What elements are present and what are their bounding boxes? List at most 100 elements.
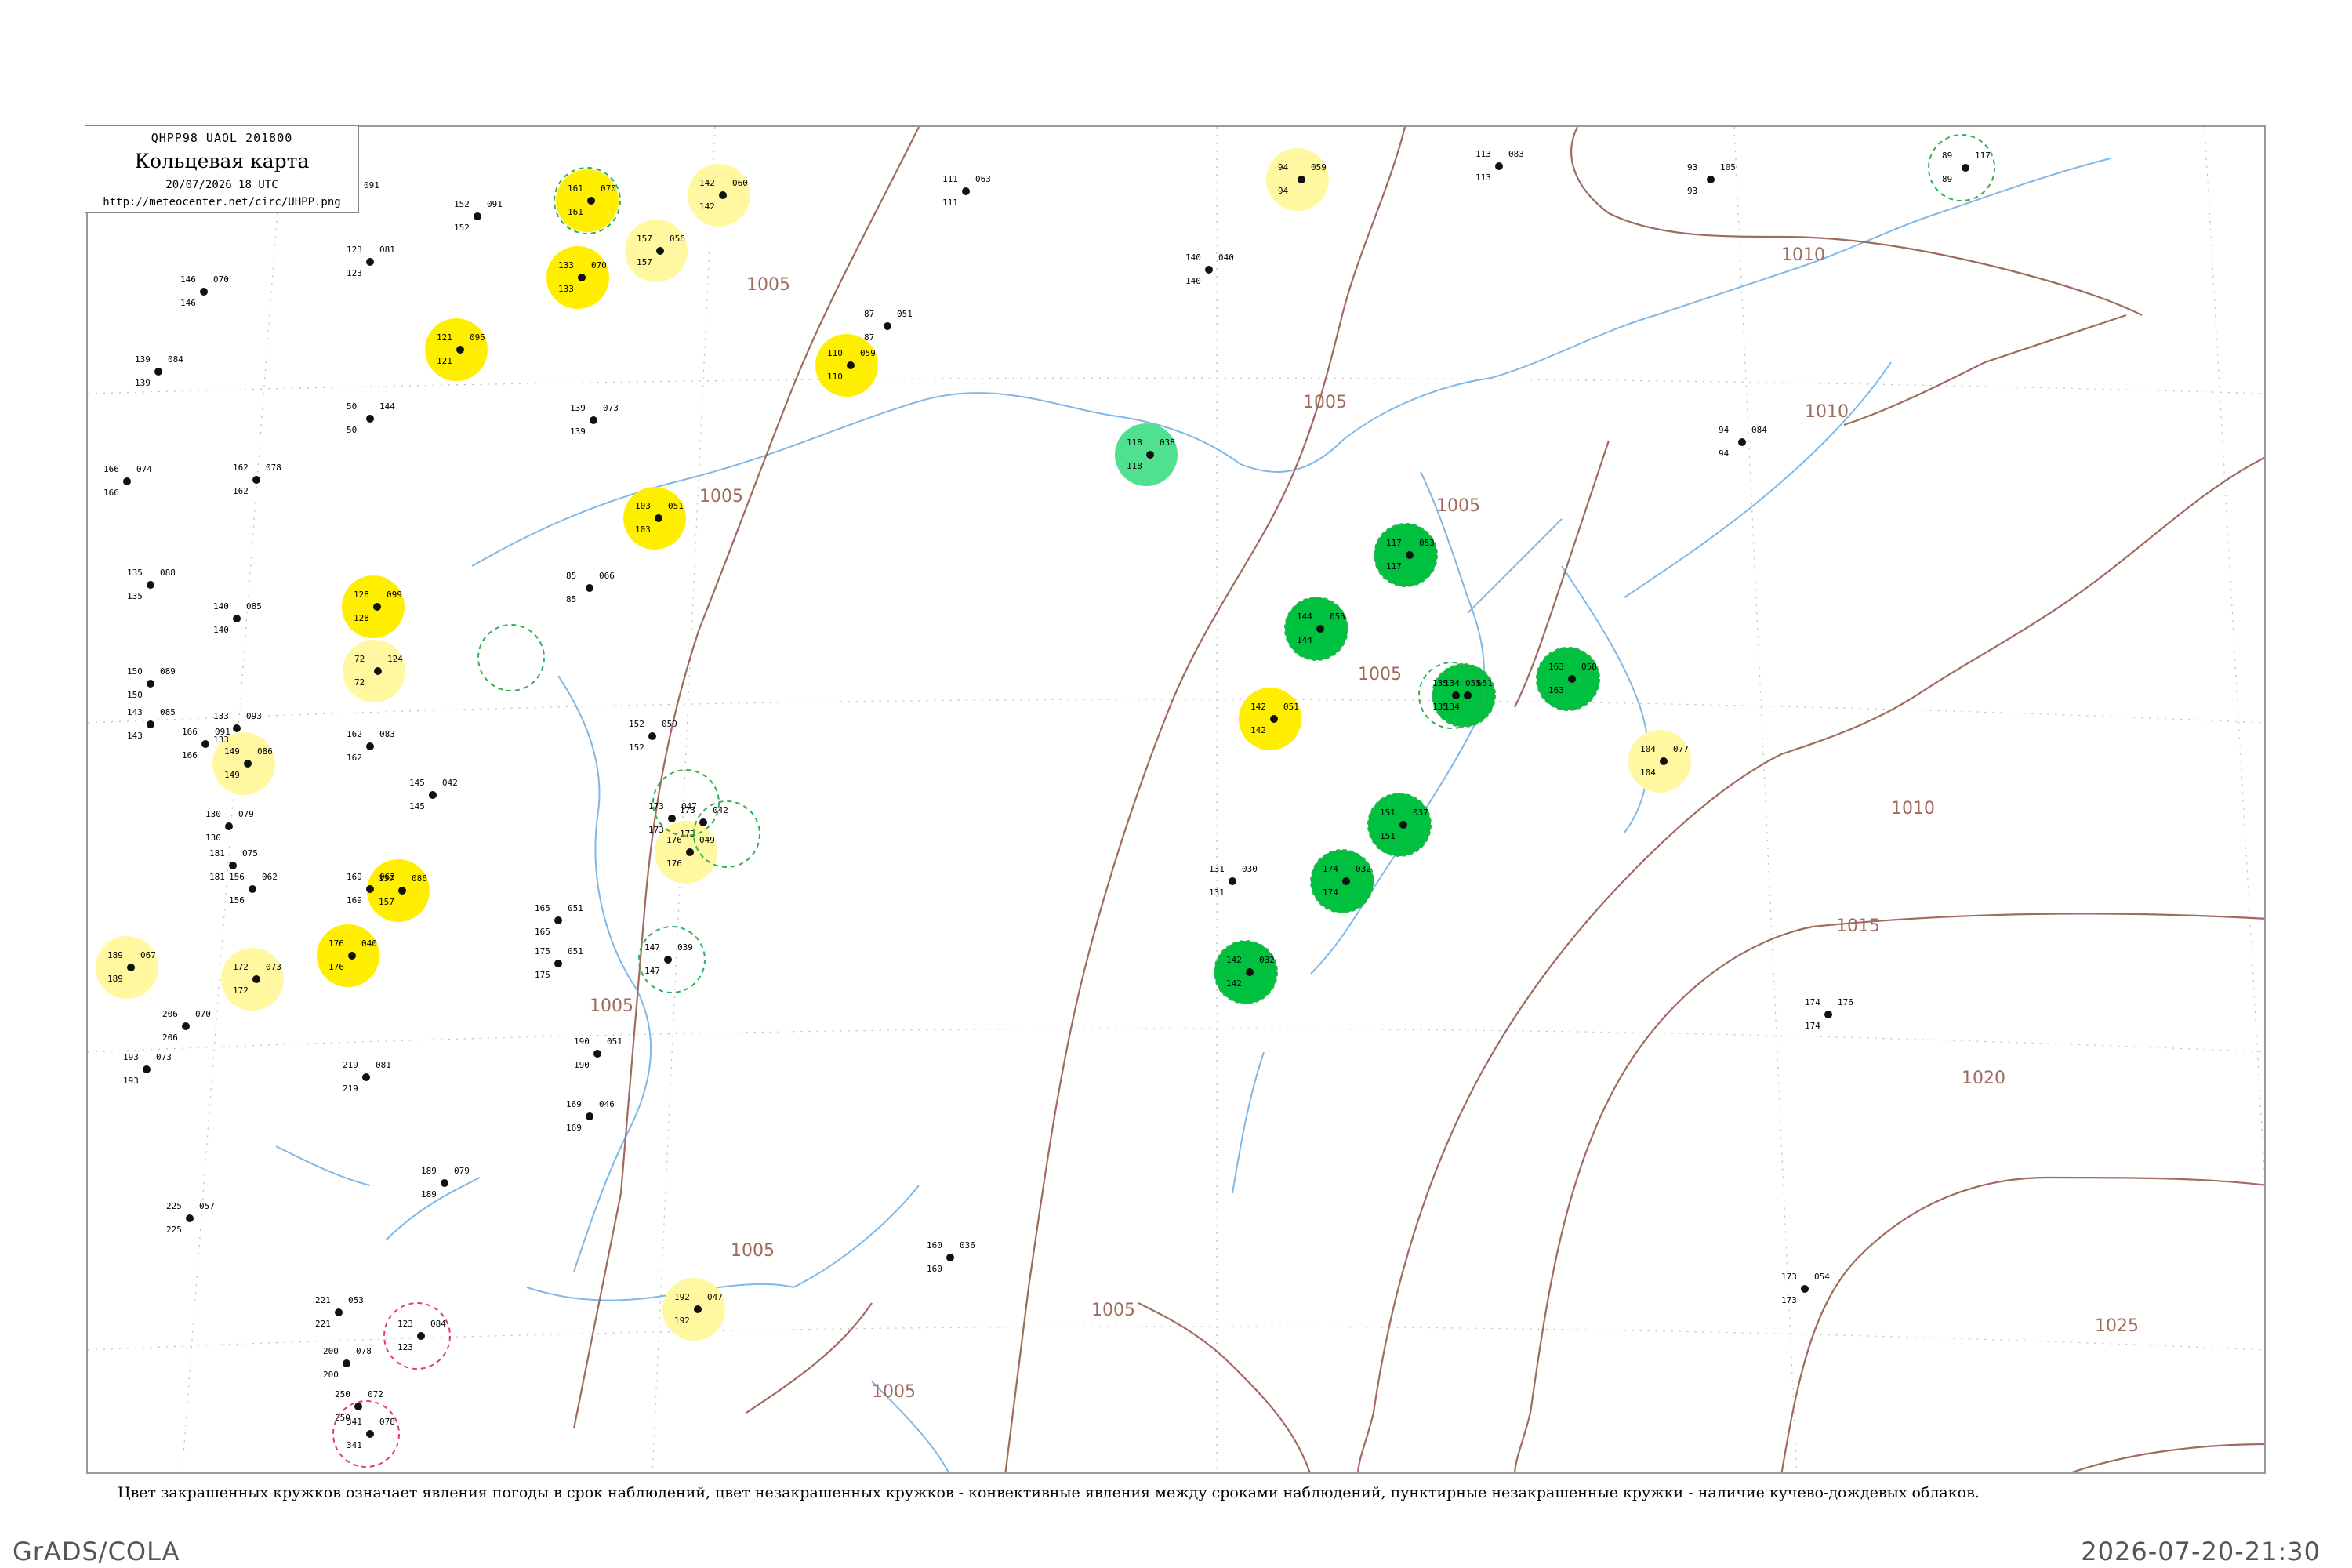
- station-visibility-lower: 221: [315, 1319, 331, 1329]
- station[interactable]: 123 081 123: [347, 245, 395, 278]
- station-dot-icon: [233, 724, 241, 732]
- station[interactable]: 190 051 190: [574, 1036, 622, 1070]
- station[interactable]: 151 037 151: [1367, 793, 1432, 857]
- station-dot-icon: [441, 1179, 448, 1187]
- station[interactable]: 192 047 192: [662, 1278, 725, 1341]
- station[interactable]: 142 032 142: [1214, 940, 1278, 1004]
- station[interactable]: 111 063 111: [942, 174, 991, 208]
- station-pressure: 056: [670, 234, 685, 244]
- station[interactable]: 117 053 117: [1374, 523, 1438, 587]
- station[interactable]: 156 062 156: [229, 872, 278, 906]
- station[interactable]: 110 059 110: [815, 334, 878, 397]
- station[interactable]: 157 056 157: [625, 220, 688, 282]
- station-visibility-lower: 130: [205, 833, 221, 843]
- isobar-label: 1005: [1436, 496, 1480, 516]
- station[interactable]: 139 073 139: [570, 403, 619, 437]
- station[interactable]: 221 053 221: [315, 1295, 364, 1329]
- station[interactable]: 206 070 206: [162, 1009, 211, 1043]
- station-pressure: 054: [1814, 1272, 1830, 1282]
- station[interactable]: 341 078341: [347, 1417, 395, 1450]
- station[interactable]: 145 042 145: [409, 778, 458, 811]
- station[interactable]: 142 060 142: [688, 164, 750, 227]
- station[interactable]: 104 077 104: [1628, 730, 1691, 793]
- station[interactable]: 189 079 189: [421, 1166, 470, 1200]
- station-dot-icon: [366, 258, 374, 266]
- station[interactable]: 142 051 142: [1239, 688, 1301, 750]
- station[interactable]: 152 091 152: [454, 199, 503, 233]
- station[interactable]: 140 040 140: [1185, 252, 1234, 286]
- station[interactable]: 225 057 225: [166, 1201, 215, 1235]
- station[interactable]: 113 083 113: [1475, 149, 1524, 183]
- station[interactable]: 140 085 140: [213, 601, 262, 635]
- station[interactable]: 189 067 189: [96, 936, 158, 999]
- station[interactable]: 162 078 162: [233, 463, 281, 496]
- station[interactable]: 50 144 50: [347, 401, 395, 435]
- station[interactable]: 162 083 162: [347, 729, 395, 763]
- station-visibility: 89: [1942, 151, 1952, 161]
- station[interactable]: 144 053 144: [1284, 597, 1348, 661]
- station[interactable]: 135 088 135: [127, 568, 176, 601]
- station-pressure: 036: [960, 1240, 975, 1250]
- station-visibility: 174: [1323, 864, 1338, 874]
- station[interactable]: 87 051 87: [864, 309, 913, 343]
- station[interactable]: 172 073 172: [221, 948, 284, 1011]
- station[interactable]: 200 078 200: [323, 1346, 372, 1380]
- station[interactable]: 163 058 163: [1536, 647, 1600, 711]
- station[interactable]: 139 084 139: [135, 354, 183, 388]
- station-pressure: 042: [442, 778, 458, 788]
- station-dot-icon: [1962, 164, 1969, 172]
- station[interactable]: 175 051 175: [535, 946, 583, 980]
- station[interactable]: 169 046 169: [566, 1099, 615, 1133]
- station[interactable]: 173 054 173: [1781, 1272, 1830, 1305]
- station-visibility-lower: 189: [107, 974, 123, 984]
- map-url[interactable]: http://meteocenter.net/circ/UHPP.png: [85, 196, 358, 209]
- station-dot-icon: [587, 197, 595, 205]
- station[interactable]: 94 059 94: [1266, 148, 1329, 211]
- station[interactable]: 103 051 103: [623, 487, 686, 550]
- isobar-label: 1010: [1805, 402, 1849, 422]
- station[interactable]: 150 089 150: [127, 666, 176, 700]
- station[interactable]: 161 070 161: [556, 169, 619, 232]
- station[interactable]: 166 074 166: [103, 464, 152, 498]
- station-visibility: 169: [347, 872, 362, 882]
- station[interactable]: 146 070 146: [180, 274, 229, 308]
- station[interactable]: 72 124 72: [343, 640, 405, 702]
- station-dot-icon: [249, 885, 256, 893]
- station-visibility: 103: [635, 501, 651, 511]
- station[interactable]: 121 095 121: [425, 318, 488, 381]
- isobar-label: 1010: [1781, 245, 1825, 265]
- station-dot-icon: [1738, 438, 1746, 446]
- station[interactable]: 143 085 143: [127, 707, 176, 741]
- station-visibility: 111: [942, 174, 958, 184]
- station[interactable]: 93 105 93: [1687, 162, 1736, 196]
- station-visibility: 192: [674, 1292, 690, 1302]
- station-dot-icon: [1568, 675, 1576, 683]
- map-panel[interactable]: 1005 1005 1005 1005 1005 1005 1005 1005 …: [86, 125, 2266, 1474]
- station-visibility: 50: [347, 401, 357, 412]
- river: [275, 1145, 371, 1186]
- station[interactable]: 128 099 128: [342, 575, 405, 638]
- station-visibility: 87: [864, 309, 874, 319]
- station[interactable]: 176 040 176: [317, 924, 379, 987]
- station-pressure: 063: [379, 872, 395, 882]
- station-visibility-lower: 103: [635, 524, 651, 535]
- station[interactable]: 85 066 85: [566, 571, 615, 604]
- station-visibility: 133: [213, 711, 229, 721]
- station[interactable]: 133 070 133: [546, 246, 609, 309]
- station-visibility-lower: 176: [328, 962, 344, 972]
- station[interactable]: 193 073 193: [123, 1052, 172, 1086]
- station[interactable]: 130 079 130: [205, 809, 254, 843]
- station[interactable]: 131 030 131: [1209, 864, 1258, 898]
- station[interactable]: 174 032 174: [1310, 849, 1374, 913]
- station[interactable]: 157 086157: [367, 859, 430, 922]
- station[interactable]: 160 036 160: [927, 1240, 975, 1274]
- station[interactable]: 147 039 147: [644, 942, 693, 976]
- station[interactable]: 165 051 165: [535, 903, 583, 937]
- station-dot-icon: [366, 885, 374, 893]
- station[interactable]: 94 084 94: [1719, 425, 1767, 459]
- station[interactable]: 89 117 89: [1942, 151, 1991, 184]
- station[interactable]: 219 081 219: [343, 1060, 391, 1094]
- station[interactable]: 123 084 123: [397, 1319, 446, 1352]
- station[interactable]: 174 176 174: [1805, 997, 1853, 1031]
- station[interactable]: 118 038 118: [1115, 423, 1178, 486]
